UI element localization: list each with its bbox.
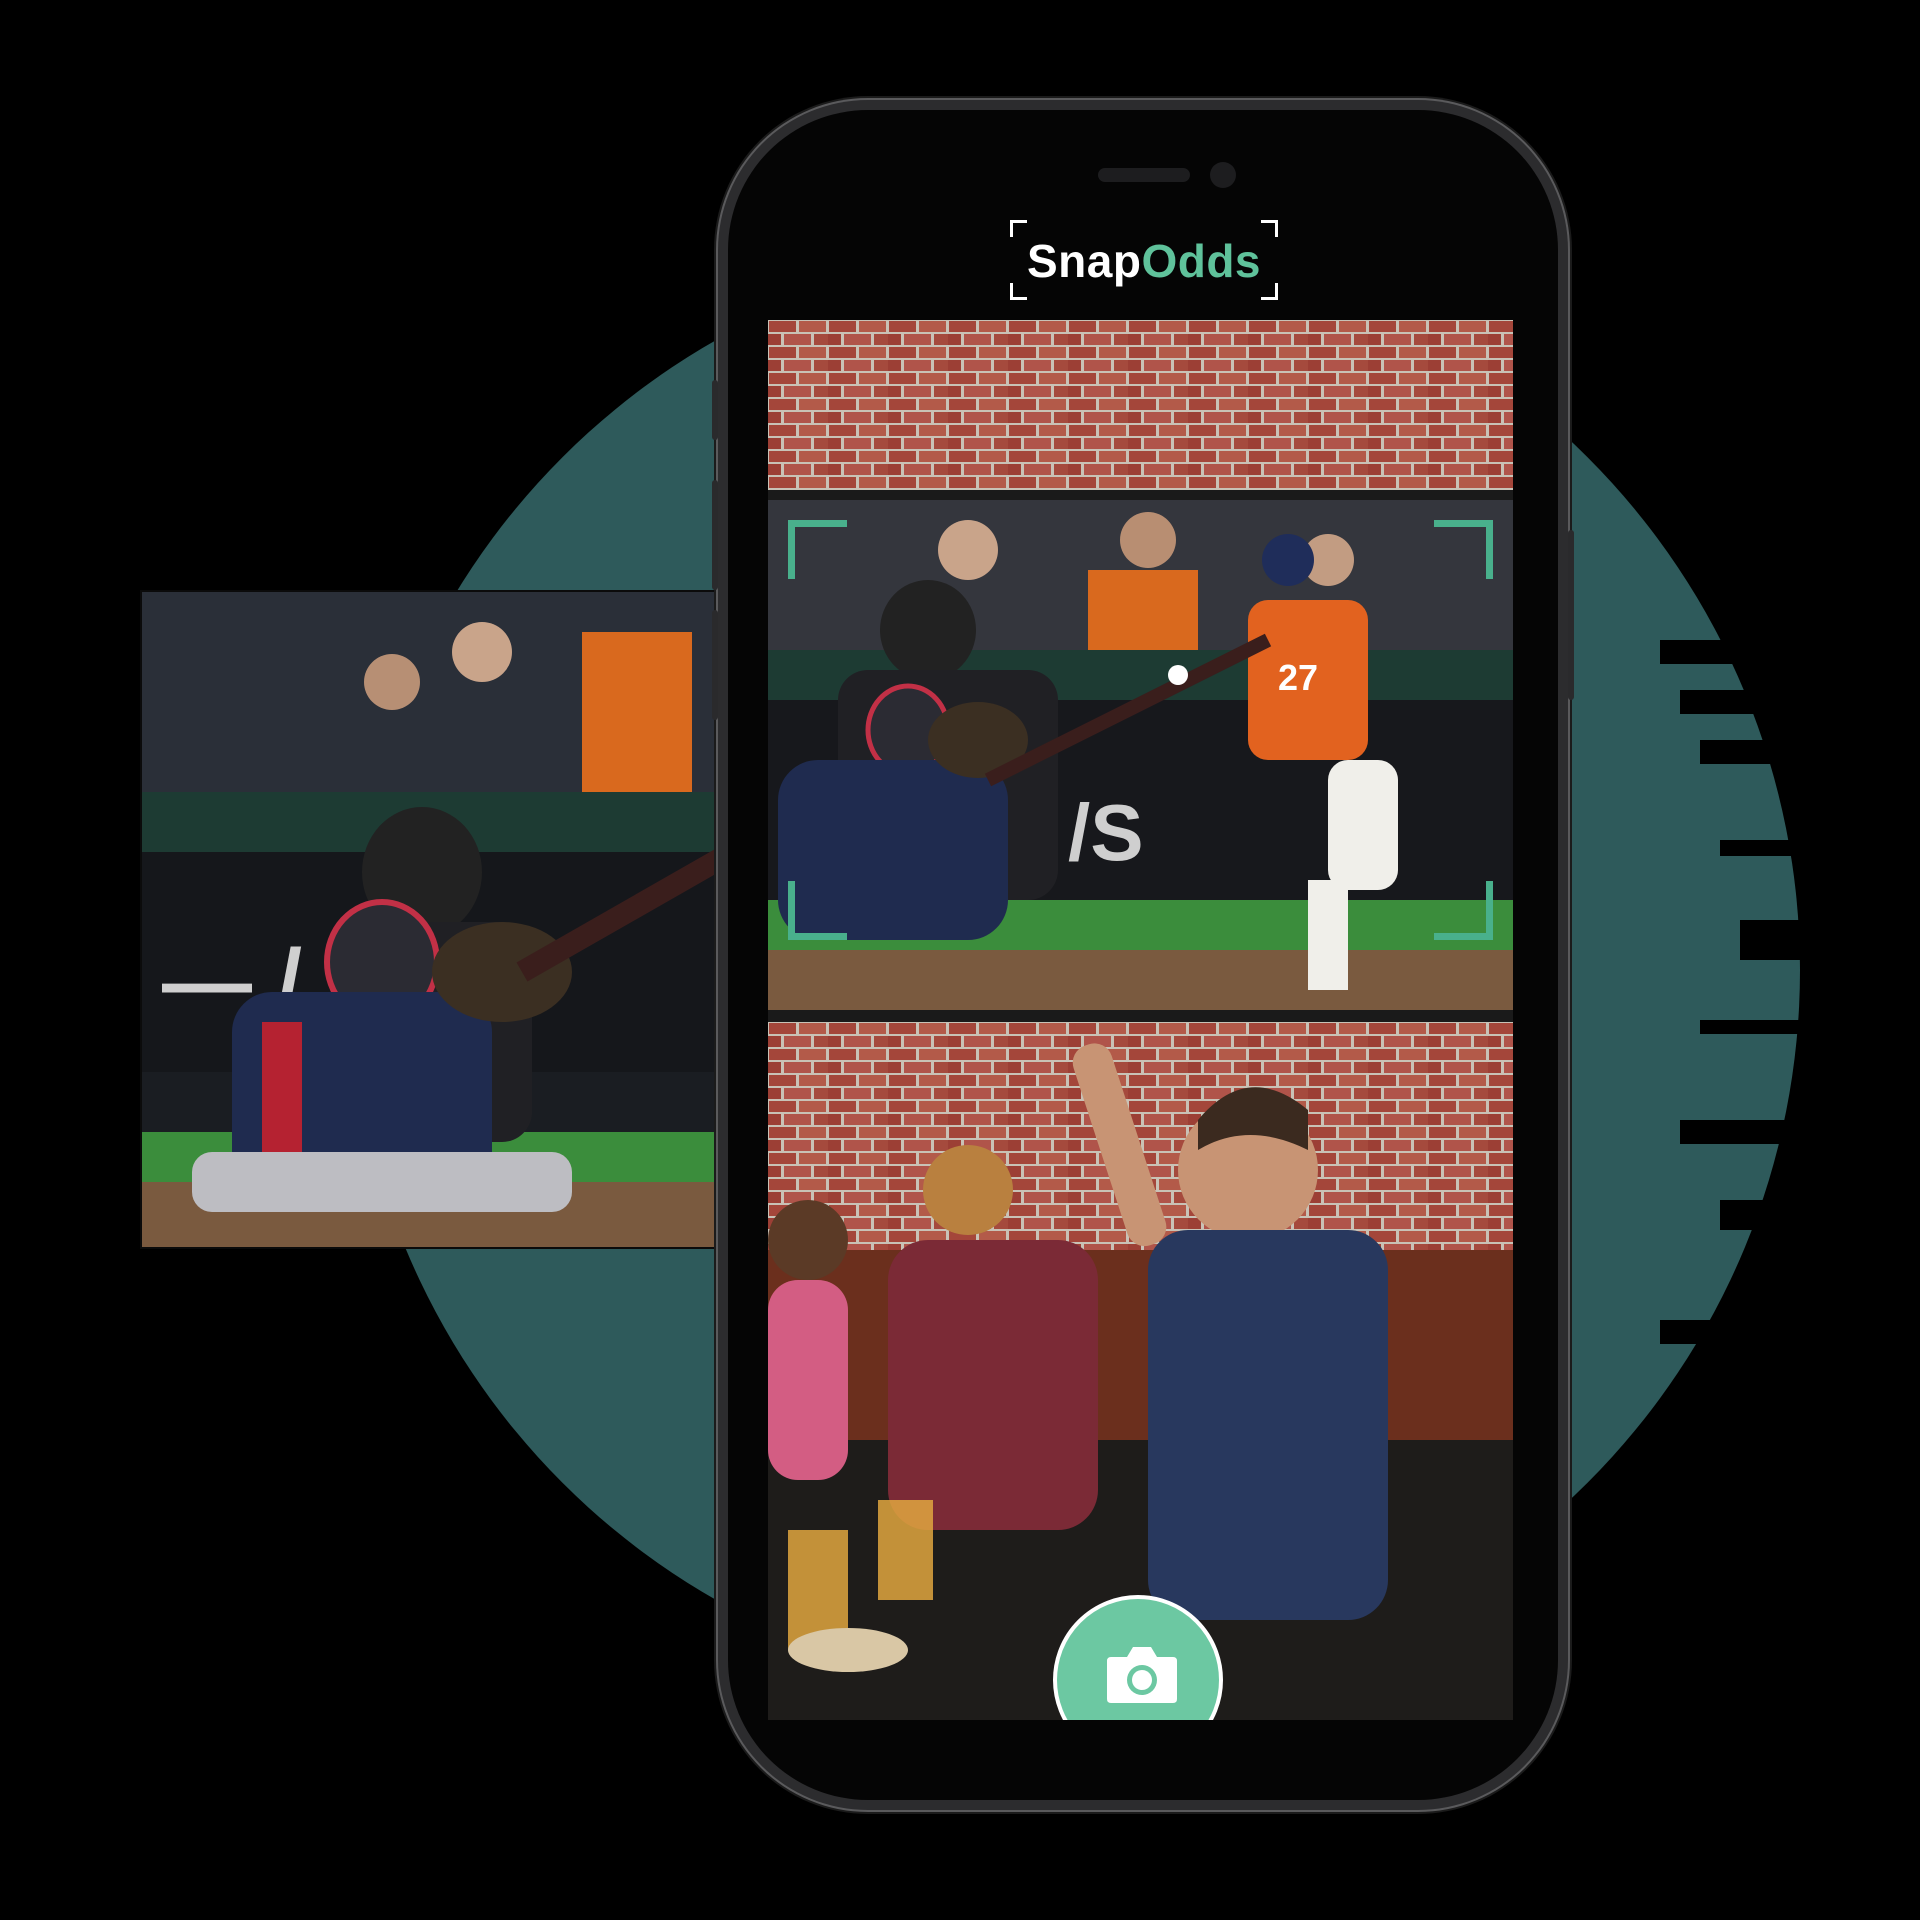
earpiece-speaker [1098,168,1190,182]
front-camera [1210,162,1236,188]
camera-icon [1105,1643,1179,1705]
power-button [1568,530,1574,700]
logo-text-snap: Snap [1026,235,1142,287]
zoomed-game-image: — / S [140,590,734,1249]
volume-up-button [712,480,718,590]
decorative-stripes [1620,600,1920,1500]
capture-button-label: TV [1057,1717,1219,1720]
phone-device: SnapOdds /S 27 [712,110,1574,1800]
logo-text-odds: Odds [1141,235,1262,287]
mute-switch [712,380,718,440]
camera-viewfinder[interactable]: /S 27 [768,320,1513,1720]
detection-frame [788,520,1493,940]
snapodds-logo: SnapOdds [1010,220,1278,300]
volume-down-button [712,610,718,720]
